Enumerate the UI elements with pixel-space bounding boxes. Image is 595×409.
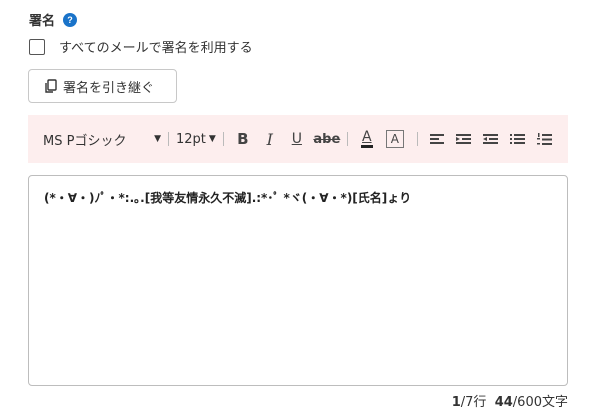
char-count-current: 44 [494,395,513,409]
italic-button[interactable]: I [258,127,282,151]
editor-content: (*・∀・)ﾉﾟ・*:.｡.[我等友情永久不滅].:*･ﾟ *ヾ(・∀・*)[氏… [44,191,412,205]
text-color-button[interactable]: A [355,127,379,151]
char-count-total: /600文字 [512,395,568,409]
indent-icon [456,134,472,144]
font-family-value: MS Pゴシック [43,133,127,149]
line-count-current: 1 [451,395,461,409]
align-left-icon [429,134,444,144]
format-toolbar: MS Pゴシック ▼ 12pt ▼ B I U abe A A [28,115,568,163]
font-size-value: 12pt [176,131,206,147]
numbered-list-button[interactable] [533,127,557,151]
toolbar-divider [222,132,224,146]
font-family-select[interactable]: MS Pゴシック ▼ [43,130,161,149]
toolbar-divider [346,132,348,146]
chevron-down-icon: ▼ [208,134,216,144]
font-size-select[interactable]: 12pt ▼ [176,132,216,147]
signature-header: 署名 ? [29,10,78,29]
outdent-button[interactable] [479,127,503,151]
inherit-button-label: 署名を引き継ぐ [63,80,155,96]
use-all-label: すべてのメールで署名を利用する [59,41,253,56]
align-left-button[interactable] [425,127,449,151]
color-bar [360,145,373,148]
strikethrough-button[interactable]: abe [312,127,342,151]
highlight-button[interactable]: A [385,130,404,148]
bullet-list-button[interactable] [506,127,530,151]
toolbar-divider [416,132,418,146]
use-all-checkbox[interactable] [29,38,45,55]
inherit-signature-button[interactable]: 署名を引き継ぐ [28,69,177,103]
help-icon[interactable]: ? [63,12,78,27]
toolbar-divider [168,132,169,146]
character-counter: 1/7行 44/600文字 [452,391,568,409]
section-title: 署名 [29,14,56,29]
text-color-icon: A [362,129,372,145]
underline-button[interactable]: U [285,127,309,151]
numbered-list-icon [537,132,553,145]
use-all-checkbox-row[interactable]: すべてのメールで署名を利用する [29,37,253,56]
chevron-down-icon: ▼ [154,134,161,144]
line-count-total: /7行 [460,395,487,409]
signature-editor[interactable]: (*・∀・)ﾉﾟ・*:.｡.[我等友情永久不滅].:*･ﾟ *ヾ(・∀・*)[氏… [28,175,568,386]
outdent-icon [483,134,499,144]
bold-button[interactable]: B [231,127,255,151]
bullet-list-icon [510,134,526,144]
indent-button[interactable] [452,127,476,151]
copy-icon [45,79,57,93]
